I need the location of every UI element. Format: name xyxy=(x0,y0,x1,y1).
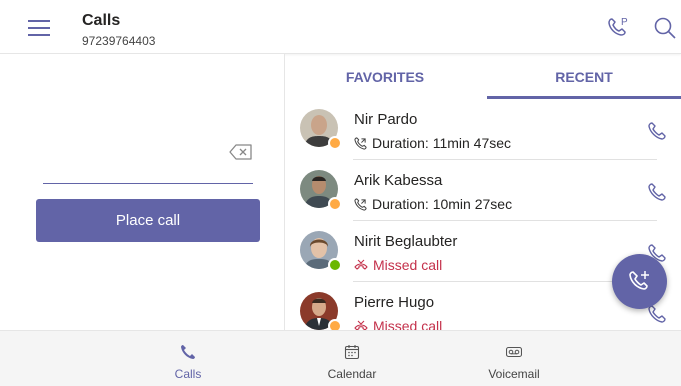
search-icon[interactable] xyxy=(653,16,677,40)
contact-name: Pierre Hugo xyxy=(354,294,435,311)
calendar-icon xyxy=(344,345,360,360)
page-title: Calls xyxy=(82,12,121,29)
tab-favorites[interactable]: FAVORITES xyxy=(285,54,485,99)
contact-name: Nirit Beglaubter xyxy=(354,233,458,250)
bottom-nav: Calls Calendar Voicemail xyxy=(0,330,681,386)
tab-bar: FAVORITES RECENT xyxy=(285,54,681,99)
phone-icon xyxy=(181,345,195,359)
presence-away-badge xyxy=(328,319,342,330)
call-detail: Duration: 11min 47sec xyxy=(372,135,512,151)
presence-away-badge xyxy=(328,197,342,211)
menu-icon[interactable] xyxy=(28,20,50,36)
backspace-icon[interactable] xyxy=(229,143,253,161)
nav-calls[interactable]: Calls xyxy=(133,331,243,386)
call-detail: Duration: 10min 27sec xyxy=(372,196,513,212)
contact-name: Arik Kabessa xyxy=(354,172,443,189)
nav-calendar[interactable]: Calendar xyxy=(297,331,407,386)
call-back-icon[interactable] xyxy=(647,121,667,141)
nav-label: Voicemail xyxy=(488,367,540,381)
missed-call-icon xyxy=(354,259,368,270)
top-bar: Calls 97239764403 P xyxy=(0,0,681,54)
tab-recent[interactable]: RECENT xyxy=(487,54,681,99)
phone-number: 97239764403 xyxy=(82,34,156,48)
new-call-button[interactable] xyxy=(612,254,667,309)
place-call-button[interactable]: Place call xyxy=(36,199,260,242)
nav-label: Calendar xyxy=(327,367,377,381)
missed-call-icon xyxy=(354,320,368,330)
outgoing-call-icon xyxy=(354,197,367,211)
dialer-panel xyxy=(0,54,285,330)
call-detail: Missed call xyxy=(373,257,443,273)
dial-input[interactable] xyxy=(43,183,253,184)
presence-away-badge xyxy=(328,136,342,150)
voicemail-icon xyxy=(506,346,522,358)
add-call-icon xyxy=(629,271,649,290)
call-detail: Missed call xyxy=(373,318,443,330)
park-call-icon[interactable]: P xyxy=(606,15,630,39)
list-item[interactable]: Arik Kabessa Duration: 10min 27sec xyxy=(285,160,681,221)
nav-voicemail[interactable]: Voicemail xyxy=(459,331,569,386)
contact-name: Nir Pardo xyxy=(354,111,418,128)
presence-available-badge xyxy=(328,258,342,272)
svg-text:P: P xyxy=(621,17,628,28)
outgoing-call-icon xyxy=(354,136,367,150)
list-item[interactable]: Nir Pardo Duration: 11min 47sec xyxy=(285,99,681,160)
call-back-icon[interactable] xyxy=(647,182,667,202)
nav-label: Calls xyxy=(174,367,202,381)
